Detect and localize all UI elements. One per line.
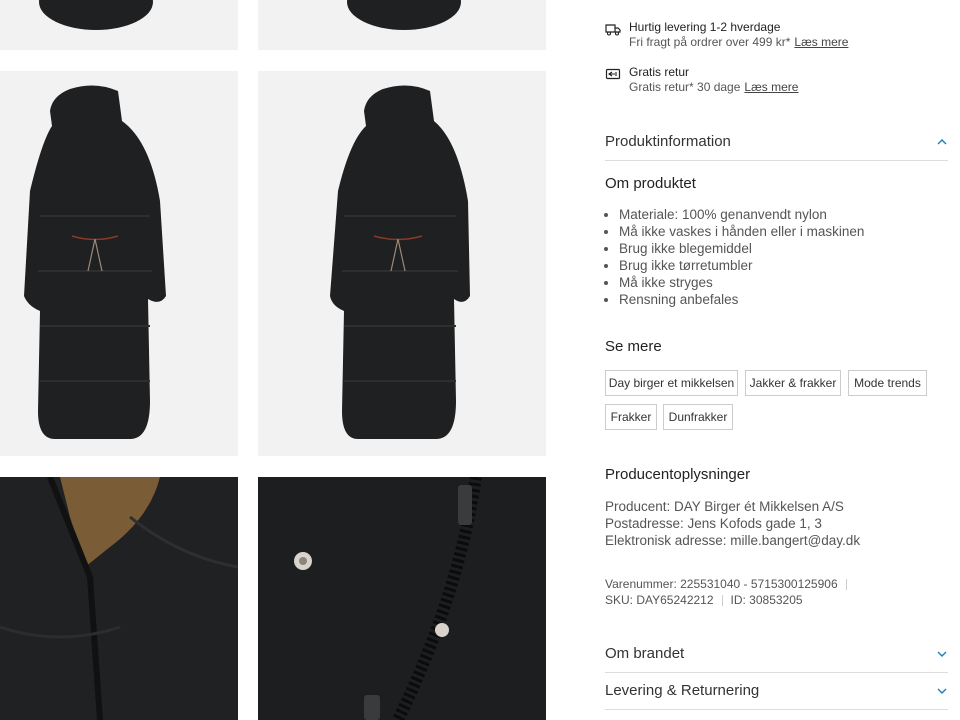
chevron-up-icon <box>937 138 947 144</box>
return-box-icon <box>605 68 621 80</box>
tag-day-birger[interactable]: Day birger et mikkelsen <box>605 370 738 396</box>
free-return-subtitle: Gratis retur* 30 dage <box>629 80 741 94</box>
item-number: Varenummer: 225531040 - 5715300125906 <box>605 577 838 591</box>
tag-down-coats[interactable]: Dunfrakker <box>663 404 733 430</box>
delivery-returns-accordion[interactable]: Levering & Returnering <box>605 672 948 710</box>
sku-id-row: SKU: DAY65242212 ID: 30853205 <box>605 593 803 607</box>
delivery-returns-title: Levering & Returnering <box>605 682 760 699</box>
product-image-3[interactable] <box>0 71 238 456</box>
chevron-down-icon <box>937 651 947 657</box>
tag-fashion-trends[interactable]: Mode trends <box>848 370 927 396</box>
fast-delivery-info: Hurtig levering 1-2 hverdage Fri fragt p… <box>605 20 848 50</box>
see-more-title: Se mere <box>605 338 662 355</box>
product-information-accordion[interactable]: Produktinformation <box>605 123 948 161</box>
producer-info-title: Producentoplysninger <box>605 466 751 483</box>
free-return-read-more-link[interactable]: Læs mere <box>744 80 798 94</box>
tag-coats[interactable]: Frakker <box>605 404 657 430</box>
chevron-down-icon <box>937 688 947 694</box>
product-image-1[interactable] <box>0 0 238 50</box>
feature-item: Brug ikke blegemiddel <box>619 240 864 257</box>
product-image-5[interactable] <box>0 477 238 720</box>
truck-icon <box>605 24 621 36</box>
product-image-6[interactable] <box>258 477 546 720</box>
divider <box>845 579 847 591</box>
free-return-title: Gratis retur <box>629 65 690 79</box>
product-id: ID: 30853205 <box>730 593 803 607</box>
divider <box>721 595 723 607</box>
feature-item: Rensning anbefales <box>619 291 864 308</box>
feature-item: Må ikke stryges <box>619 274 864 291</box>
sku: SKU: DAY65242212 <box>605 593 714 607</box>
feature-item: Brug ikke tørretumbler <box>619 257 864 274</box>
product-image-4[interactable] <box>258 71 546 456</box>
product-info-panel: Hurtig levering 1-2 hverdage Fri fragt p… <box>605 0 948 720</box>
free-return-info: Gratis retur Gratis retur* 30 dage Læs me… <box>605 65 798 95</box>
tag-jackets-coats[interactable]: Jakker & frakker <box>745 370 841 396</box>
fast-delivery-title: Hurtig levering 1-2 hverdage <box>629 20 781 34</box>
about-brand-accordion[interactable]: Om brandet <box>605 635 948 673</box>
product-gallery <box>0 0 546 720</box>
producer-email: Elektronisk adresse: mille.bangert@day.d… <box>605 533 861 548</box>
product-information-title: Produktinformation <box>605 133 731 150</box>
item-number-row: Varenummer: 225531040 - 5715300125906 <box>605 577 855 591</box>
product-image-2[interactable] <box>258 0 546 50</box>
producer-name: Producent: DAY Birger ét Mikkelsen A/S <box>605 499 844 514</box>
fast-delivery-subtitle: Fri fragt på ordrer over 499 kr* <box>629 35 791 49</box>
producer-address: Postadresse: Jens Kofods gade 1, 3 <box>605 516 822 531</box>
feature-item: Må ikke vaskes i hånden eller i maskinen <box>619 223 864 240</box>
product-features-list: Materiale: 100% genanvendt nylon Må ikke… <box>605 206 864 308</box>
fast-delivery-read-more-link[interactable]: Læs mere <box>794 35 848 49</box>
about-brand-title: Om brandet <box>605 645 685 662</box>
about-product-title: Om produktet <box>605 175 696 192</box>
feature-item: Materiale: 100% genanvendt nylon <box>619 206 864 223</box>
